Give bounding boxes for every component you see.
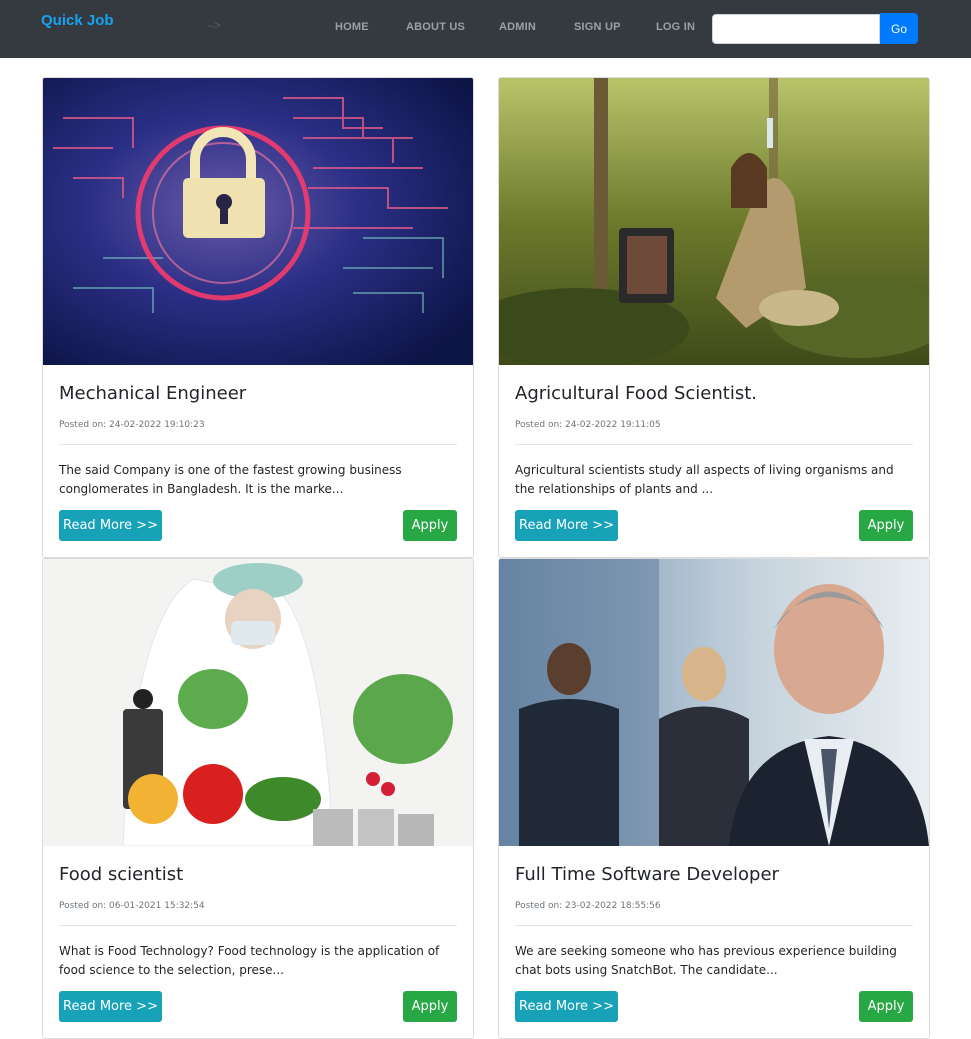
posted-date: Posted on: 06-01-2021 15:32:54 — [59, 901, 205, 911]
job-title: Food scientist — [59, 864, 184, 885]
job-description: What is Food Technology? Food technology… — [59, 944, 440, 977]
job-title: Agricultural Food Scientist. — [515, 383, 757, 404]
divider — [515, 925, 913, 926]
apply-button[interactable]: Apply — [859, 510, 913, 541]
apply-button[interactable]: Apply — [859, 991, 913, 1022]
job-card: Food scientist Posted on: 06-01-2021 15:… — [42, 558, 474, 1039]
stray-comment-text: --> — [207, 20, 221, 32]
nav-log-in[interactable]: LOG IN — [656, 21, 695, 33]
search-go-button[interactable]: Go — [880, 13, 918, 44]
job-card: Agricultural Food Scientist. Posted on: … — [498, 77, 930, 558]
businessman-image — [499, 559, 929, 846]
read-more-button[interactable]: Read More >> — [59, 991, 162, 1022]
job-card: Full Time Software Developer Posted on: … — [498, 558, 930, 1039]
job-title: Full Time Software Developer — [515, 864, 779, 885]
job-description: The said Company is one of the fastest g… — [59, 463, 402, 496]
posted-date: Posted on: 24-02-2022 19:10:23 — [59, 420, 205, 430]
search-input[interactable] — [712, 14, 880, 44]
apply-button[interactable]: Apply — [403, 991, 457, 1022]
food-lab-image — [43, 559, 473, 846]
read-more-button[interactable]: Read More >> — [515, 991, 618, 1022]
posted-date: Posted on: 24-02-2022 19:11:05 — [515, 420, 661, 430]
divider — [515, 444, 913, 445]
divider — [59, 444, 457, 445]
scientist-in-forest-image — [499, 78, 929, 365]
job-title: Mechanical Engineer — [59, 383, 247, 404]
read-more-button[interactable]: Read More >> — [515, 510, 618, 541]
nav-admin[interactable]: ADMIN — [499, 21, 536, 33]
brand-logo[interactable]: Quick Job — [41, 12, 114, 29]
job-card: Mechanical Engineer Posted on: 24-02-202… — [42, 77, 474, 558]
nav-about-us[interactable]: ABOUT US — [406, 21, 465, 33]
read-more-button[interactable]: Read More >> — [59, 510, 162, 541]
divider — [59, 925, 457, 926]
nav-sign-up[interactable]: SIGN UP — [574, 21, 621, 33]
padlock-circuit-image — [43, 78, 473, 365]
job-description: Agricultural scientists study all aspect… — [515, 463, 894, 496]
apply-button[interactable]: Apply — [403, 510, 457, 541]
navbar: Quick Job --> HOME ABOUT US ADMIN SIGN U… — [0, 0, 971, 58]
nav-home[interactable]: HOME — [335, 21, 369, 33]
job-description: We are seeking someone who has previous … — [515, 944, 897, 977]
posted-date: Posted on: 23-02-2022 18:55:56 — [515, 901, 661, 911]
